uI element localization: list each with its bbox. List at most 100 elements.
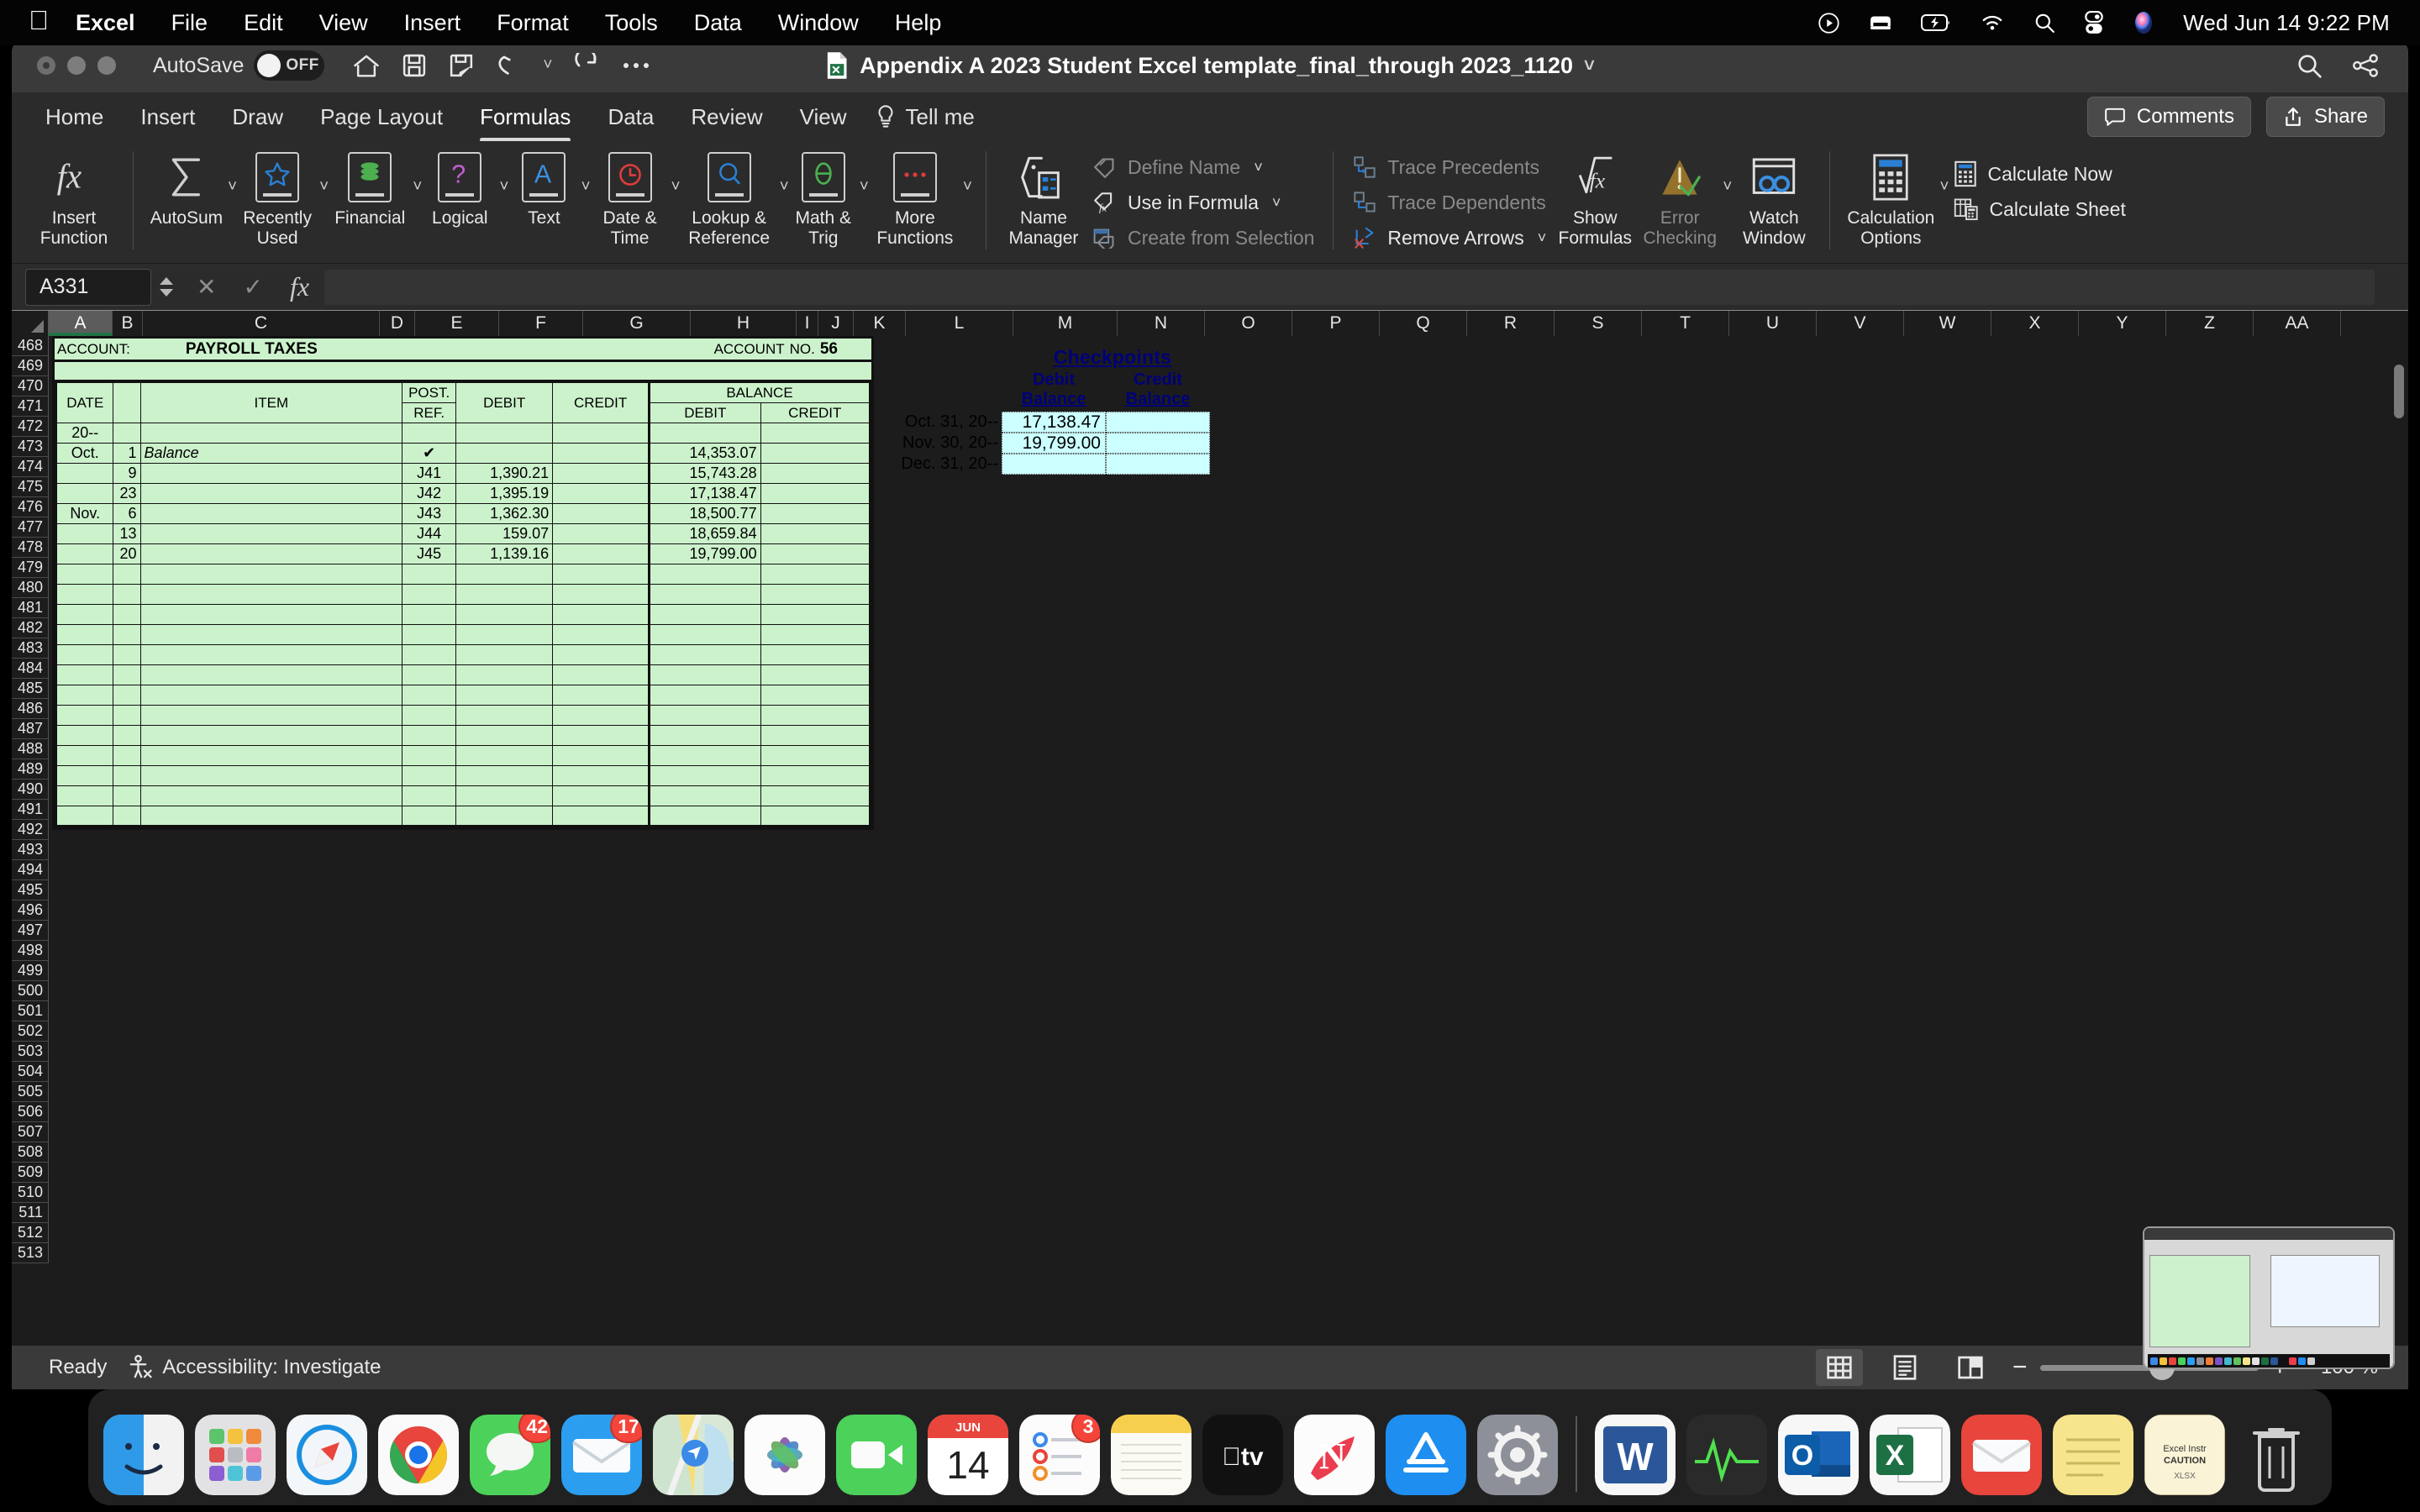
cell-debit[interactable] <box>455 685 554 706</box>
cell-credit[interactable] <box>552 806 650 827</box>
row-header-468[interactable]: 468 <box>12 336 49 356</box>
chevron-down-icon[interactable]: ˅ <box>1723 178 1732 197</box>
cell-post-ref[interactable]: J41 <box>402 463 457 484</box>
cell-date[interactable]: Oct. <box>54 443 114 464</box>
column-header-K[interactable]: K <box>854 311 906 336</box>
cell-balance-credit[interactable] <box>760 604 872 625</box>
window-controls[interactable] <box>37 56 116 75</box>
cell-post-ref[interactable]: J43 <box>402 503 457 524</box>
row-header-479[interactable]: 479 <box>12 558 49 578</box>
row-header-499[interactable]: 499 <box>12 961 49 981</box>
cell-credit[interactable] <box>552 604 650 625</box>
column-header-C[interactable]: C <box>143 311 380 336</box>
cell-debit[interactable] <box>455 564 554 585</box>
column-header-F[interactable]: F <box>499 311 583 336</box>
row-header-474[interactable]: 474 <box>12 457 49 477</box>
dock-item-mail[interactable]: 17 <box>561 1415 642 1495</box>
date-time-control[interactable]: Date & Time ˅ <box>591 144 681 248</box>
cell-balance-debit[interactable] <box>648 725 761 746</box>
cell-debit[interactable] <box>455 644 554 665</box>
menu-item-file[interactable]: File <box>171 10 208 36</box>
cell-credit[interactable] <box>552 725 650 746</box>
cell-credit[interactable] <box>552 664 650 685</box>
cell-balance-credit[interactable] <box>760 806 872 827</box>
cell-item[interactable] <box>139 463 403 484</box>
close-button[interactable] <box>37 56 55 75</box>
cell-date[interactable] <box>54 705 114 726</box>
cell-post-ref[interactable] <box>402 564 457 585</box>
formula-input[interactable] <box>324 269 2375 305</box>
text-control[interactable]: A Text ˅ <box>508 144 591 228</box>
cell-item[interactable] <box>139 604 403 625</box>
window-preview-thumbnail[interactable] <box>2143 1226 2395 1369</box>
menu-item-insert[interactable]: Insert <box>404 10 461 36</box>
sheet-canvas[interactable]: ACCOUNT: PAYROLL TAXES ACCOUNT NO. 56 DA… <box>49 336 2408 1263</box>
column-header-Q[interactable]: Q <box>1380 311 1467 336</box>
cell-item[interactable] <box>139 785 403 806</box>
cell-post-ref[interactable] <box>402 806 457 827</box>
name-box[interactable]: A331 <box>25 268 151 306</box>
cell-debit[interactable] <box>455 584 554 605</box>
column-header-L[interactable]: L <box>906 311 1013 336</box>
dock-item-facetime[interactable] <box>836 1415 917 1495</box>
column-header-Z[interactable]: Z <box>2166 311 2254 336</box>
calculate-sheet-button[interactable]: Calculate Sheet <box>1949 192 2130 227</box>
row-header-505[interactable]: 505 <box>12 1082 49 1102</box>
cell-balance-debit[interactable]: 15,743.28 <box>648 463 761 484</box>
column-header-E[interactable]: E <box>415 311 499 336</box>
more-options-icon[interactable] <box>622 60 650 71</box>
column-header-B[interactable]: B <box>113 311 143 336</box>
row-header-485[interactable]: 485 <box>12 679 49 699</box>
dock-item-excel-file[interactable]: Excel Instr CAUTION XLSX <box>2144 1415 2225 1495</box>
cell-date[interactable] <box>54 685 114 706</box>
cell-day[interactable] <box>113 664 141 685</box>
page-break-view-icon[interactable] <box>1947 1349 1994 1386</box>
cell-date[interactable] <box>54 543 114 564</box>
define-name-button[interactable]: Define Name ˅ <box>1087 150 1319 185</box>
dock-item-activity-monitor[interactable] <box>1686 1415 1767 1495</box>
cell-date[interactable] <box>54 483 114 504</box>
maximize-button[interactable] <box>97 56 116 75</box>
cell-item[interactable] <box>139 745 403 766</box>
checkpoint-debit-cell[interactable]: 19,799.00 <box>1002 433 1106 454</box>
calculation-options-button[interactable]: Calculation Options <box>1844 144 1938 248</box>
cell-day[interactable]: 6 <box>113 503 141 524</box>
dock-item-safari[interactable] <box>287 1415 367 1495</box>
tell-me-search[interactable]: Tell me <box>876 104 975 130</box>
cell-day[interactable] <box>113 423 141 444</box>
cell-day[interactable] <box>113 604 141 625</box>
cell-debit[interactable]: 1,362.30 <box>455 503 554 524</box>
row-header-493[interactable]: 493 <box>12 840 49 860</box>
tab-page-layout[interactable]: Page Layout <box>302 99 461 135</box>
chevron-down-icon[interactable]: ˅ <box>860 178 869 197</box>
apple-logo-icon[interactable]:  <box>29 7 49 34</box>
cell-day[interactable] <box>113 685 141 706</box>
tab-draw[interactable]: Draw <box>213 99 302 135</box>
accept-icon[interactable]: ✓ <box>243 273 262 301</box>
checkpoint-credit-cell[interactable] <box>1106 454 1210 475</box>
cell-balance-debit[interactable] <box>648 745 761 766</box>
row-header-503[interactable]: 503 <box>12 1042 49 1062</box>
cell-date[interactable] <box>54 765 114 786</box>
row-header-477[interactable]: 477 <box>12 517 49 538</box>
cell-debit[interactable] <box>455 705 554 726</box>
cell-post-ref[interactable] <box>402 584 457 605</box>
checkpoint-credit-cell[interactable] <box>1106 412 1210 433</box>
math-trig-button[interactable]: Math & Trig <box>789 144 858 248</box>
text-button[interactable]: A Text <box>508 144 579 228</box>
cell-day[interactable] <box>113 745 141 766</box>
remove-arrows-button[interactable]: Remove Arrows ˅ <box>1347 220 1551 255</box>
row-header-510[interactable]: 510 <box>12 1183 49 1203</box>
row-header-511[interactable]: 511 <box>12 1203 49 1223</box>
row-header-496[interactable]: 496 <box>12 900 49 921</box>
cell-balance-credit[interactable] <box>760 564 872 585</box>
cell-date[interactable] <box>54 806 114 827</box>
title-dropdown-caret-icon[interactable]: ˅ <box>1584 55 1595 76</box>
share-toolbar-icon[interactable] <box>2351 53 2380 78</box>
cell-debit[interactable] <box>455 765 554 786</box>
row-header-483[interactable]: 483 <box>12 638 49 659</box>
cell-item[interactable] <box>139 806 403 827</box>
cell-post-ref[interactable]: J45 <box>402 543 457 564</box>
cell-credit[interactable] <box>552 705 650 726</box>
cell-debit[interactable]: 159.07 <box>455 523 554 544</box>
